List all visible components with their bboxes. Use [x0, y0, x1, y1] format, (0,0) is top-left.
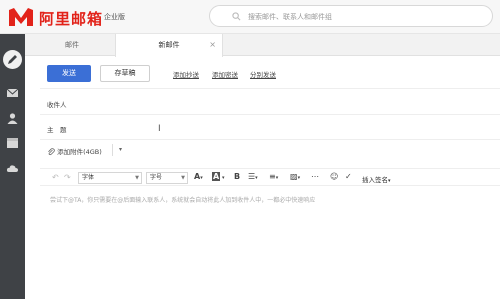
bg-color-icon[interactable]: A — [212, 172, 221, 181]
font-select-label: 字体 — [82, 174, 95, 181]
search-icon — [232, 12, 241, 21]
paperclip-icon — [48, 148, 55, 156]
compose-button[interactable] — [3, 50, 22, 69]
recipient-label: 收件人 — [47, 101, 67, 109]
editor-toolbar: ↶ ↷ 字体 ▼ 字号 ▼ A▾ A ▾ B ☰▾ ≡▾ ▨▾ ⋯ ☺ ✓ 插入… — [40, 168, 500, 186]
chevron-down-icon: ▼ — [181, 175, 185, 181]
add-attachment-button[interactable]: 添加附件(4GB) — [47, 146, 102, 156]
editor-body[interactable]: 尝试下@TA，你只需要在@后面输入联系人，系统就会自动将此人加到收件人中，一都必… — [40, 186, 500, 299]
logo-m-icon — [9, 8, 33, 26]
list-icon[interactable]: ☰▾ — [248, 172, 258, 181]
tab-mail[interactable]: 邮件 — [33, 34, 111, 56]
recipient-field[interactable] — [80, 92, 500, 112]
chevron-down-icon[interactable]: ▾ — [119, 146, 122, 153]
separate-send-link[interactable]: 分别发送 — [250, 69, 276, 79]
ordered-list-icon[interactable]: ≡▾ — [269, 172, 278, 181]
insert-signature-label: 插入签名 — [362, 176, 388, 184]
font-size-select-label: 字号 — [150, 174, 163, 181]
chevron-down-icon[interactable]: ▾ — [222, 175, 225, 181]
divider — [40, 114, 500, 115]
more-icon[interactable]: ⋯ — [311, 172, 319, 181]
top-header: 阿里邮箱 企业版 搜索邮件、联系人和邮件组 — [0, 0, 500, 34]
tab-new-mail-label: 新邮件 — [158, 41, 180, 49]
logo-text: 阿里邮箱 — [39, 10, 104, 28]
chevron-down-icon: ▼ — [135, 175, 139, 181]
bold-icon[interactable]: B — [234, 172, 240, 181]
font-select[interactable]: 字体 ▼ — [78, 172, 142, 184]
close-tab-icon[interactable]: × — [209, 34, 216, 56]
tab-new-mail[interactable]: 新邮件 × — [115, 34, 223, 57]
attachment-label: 添加附件(4GB) — [57, 148, 102, 156]
spellcheck-icon[interactable]: ✓ — [345, 172, 352, 181]
mail-icon[interactable] — [6, 86, 19, 99]
divider — [112, 144, 113, 156]
subject-field[interactable] — [80, 117, 500, 137]
edition-label: 企业版 — [104, 13, 125, 21]
add-cc-link[interactable]: 添加抄送 — [173, 69, 199, 79]
image-icon[interactable]: ▨▾ — [290, 172, 300, 181]
add-bcc-link[interactable]: 添加密送 — [212, 69, 238, 79]
divider — [40, 139, 500, 140]
editor-hint: 尝试下@TA，你只需要在@后面输入联系人，系统就会自动将此人加到收件人中，一都必… — [50, 197, 316, 204]
calendar-icon[interactable] — [6, 136, 19, 149]
compose-icon — [8, 55, 17, 64]
cloud-icon[interactable] — [6, 162, 19, 175]
emoji-icon[interactable]: ☺ — [330, 172, 338, 181]
contacts-icon[interactable] — [6, 112, 19, 125]
left-rail — [0, 34, 25, 299]
save-draft-button[interactable]: 存草稿 — [100, 65, 150, 82]
divider — [40, 88, 500, 89]
send-button[interactable]: 发送 — [47, 65, 91, 82]
subject-label: 主 题 — [47, 126, 67, 134]
insert-signature-button[interactable]: 插入签名▾ — [362, 174, 391, 184]
font-color-icon[interactable]: A▾ — [194, 172, 203, 181]
text-cursor-icon: I — [158, 124, 161, 134]
tab-bar: 邮件 新邮件 × — [25, 34, 500, 57]
search-placeholder: 搜索邮件、联系人和邮件组 — [248, 13, 332, 21]
redo-icon[interactable]: ↷ — [64, 173, 71, 182]
search-input[interactable]: 搜索邮件、联系人和邮件组 — [209, 5, 493, 27]
undo-icon[interactable]: ↶ — [52, 173, 59, 182]
font-size-select[interactable]: 字号 ▼ — [146, 172, 188, 184]
